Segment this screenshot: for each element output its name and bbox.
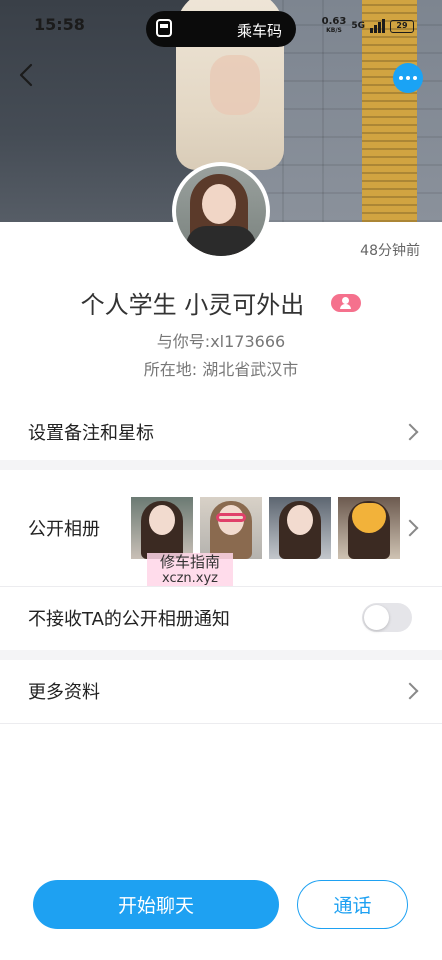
chevron-right-icon: [401, 682, 419, 700]
more-info-row[interactable]: 更多资料: [0, 660, 442, 722]
call-button[interactable]: 通话: [297, 880, 408, 929]
album-notify-toggle[interactable]: [362, 603, 412, 632]
toggle-knob: [364, 605, 389, 630]
user-location: 所在地: 湖北省武汉市: [143, 360, 299, 379]
album-notify-label: 不接收TA的公开相册通知: [28, 609, 230, 630]
watermark: 修车指南 xczn.xyz: [147, 553, 233, 587]
back-chevron-icon[interactable]: [14, 62, 40, 88]
cover-person-arms: [210, 55, 260, 115]
chevron-right-icon: [401, 423, 419, 441]
user-id: 与你号:xl173666: [156, 332, 286, 351]
bus-icon: [156, 19, 172, 37]
network-speed: 0.63 KB/S: [322, 17, 347, 35]
status-indicators: 0.63 KB/S 5G 29: [322, 17, 414, 35]
female-person-icon: [331, 293, 362, 312]
transit-pill-label: 乘车码: [236, 22, 282, 40]
row-divider: [0, 723, 442, 724]
watermark-line1: 修车指南: [159, 553, 220, 571]
avatar[interactable]: [172, 162, 270, 260]
signal-label: 5G: [351, 21, 365, 31]
signal-bars-icon: [370, 19, 385, 33]
album-thumbnail[interactable]: [269, 497, 331, 559]
transit-pill[interactable]: 乘车码: [146, 11, 296, 47]
section-divider: [0, 460, 442, 470]
display-name: 个人学生 小灵可外出: [80, 291, 305, 319]
album-thumbnail[interactable]: [131, 497, 193, 559]
status-time: 15:58: [34, 15, 85, 34]
album-thumbnail[interactable]: [200, 497, 262, 559]
section-divider: [0, 650, 442, 660]
public-album-label: 公开相册: [28, 519, 100, 540]
network-speed-unit: KB/S: [326, 27, 342, 34]
chevron-right-icon: [401, 519, 419, 537]
remark-star-label: 设置备注和星标: [28, 423, 154, 444]
battery-icon: 29: [390, 19, 414, 33]
album-thumbnail[interactable]: [338, 497, 400, 559]
name-row: 个人学生 小灵可外出: [0, 285, 442, 320]
last-active-time: 48分钟前: [360, 243, 420, 259]
more-dots-icon[interactable]: [393, 63, 423, 93]
watermark-line2: xczn.xyz: [161, 571, 219, 586]
remark-star-row[interactable]: 设置备注和星标: [0, 404, 442, 460]
avatar-photo: [176, 166, 266, 256]
start-chat-button[interactable]: 开始聊天: [33, 880, 279, 929]
more-info-label: 更多资料: [28, 682, 100, 703]
album-thumbnails: [131, 497, 400, 559]
